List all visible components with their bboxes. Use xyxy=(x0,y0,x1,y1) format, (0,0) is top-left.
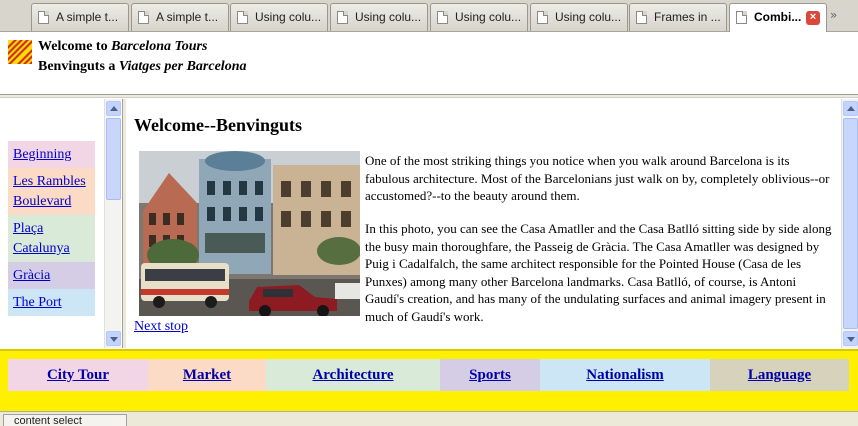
catalan-flag-icon xyxy=(8,40,32,64)
browser-tab[interactable]: A simple t... xyxy=(131,3,229,31)
tab-title: A simple t... xyxy=(56,10,119,24)
tab-title: Using colu... xyxy=(555,10,622,24)
document-icon xyxy=(537,11,548,24)
close-tab-icon[interactable]: × xyxy=(806,11,820,25)
side-nav-item-beginning[interactable]: Beginning xyxy=(8,141,95,168)
document-icon xyxy=(38,11,49,24)
nav-language[interactable]: Language xyxy=(710,359,849,391)
browser-tab-bar: A simple t... A simple t... Using colu..… xyxy=(0,0,858,32)
side-nav-item-the-port[interactable]: The Port xyxy=(8,289,95,316)
document-icon xyxy=(736,11,747,24)
document-icon xyxy=(437,11,448,24)
nav-nationalism[interactable]: Nationalism xyxy=(540,359,710,391)
intro-paragraph: One of the most striking things you noti… xyxy=(365,153,830,203)
status-text: content select xyxy=(3,414,127,426)
main-scrollbar[interactable] xyxy=(841,99,858,348)
bottom-nav-frame: City Tour Market Architecture Sports Nat… xyxy=(0,349,858,411)
tab-title: Using colu... xyxy=(255,10,322,24)
tab-title: Using colu... xyxy=(455,10,522,24)
document-icon xyxy=(636,11,647,24)
photo-description-paragraph: In this photo, you can see the Casa Amat… xyxy=(365,221,832,324)
document-icon xyxy=(337,11,348,24)
nav-sports[interactable]: Sports xyxy=(440,359,540,391)
scroll-thumb[interactable] xyxy=(106,118,121,200)
browser-tab[interactable]: Using colu... xyxy=(230,3,328,31)
browser-tab[interactable]: Using colu... xyxy=(430,3,528,31)
browser-tab[interactable]: Using colu... xyxy=(330,3,428,31)
browser-tab[interactable]: A simple t... xyxy=(31,3,129,31)
document-icon xyxy=(237,11,248,24)
scroll-down-icon[interactable] xyxy=(843,331,858,346)
scroll-thumb[interactable] xyxy=(843,118,858,329)
side-nav-list: Beginning Les Rambles Boulevard Plaça Ca… xyxy=(8,141,95,316)
page-title: Welcome--Benvinguts xyxy=(134,115,302,135)
scroll-up-icon[interactable] xyxy=(843,101,858,116)
header-welcome-emph: Barcelona Tours xyxy=(111,39,208,54)
side-nav-frame: Beginning Les Rambles Boulevard Plaça Ca… xyxy=(0,99,122,348)
main-content-frame: Welcome--Benvinguts One of the most stri… xyxy=(126,99,858,348)
browser-tab[interactable]: Frames in ... xyxy=(629,3,727,31)
tab-title: Using colu... xyxy=(355,10,422,24)
nav-city-tour[interactable]: City Tour xyxy=(8,359,148,391)
header-frame: Welcome to Barcelona Tours Benvinguts a … xyxy=(0,32,858,94)
tab-title: Combi... xyxy=(754,10,802,24)
header-benvinguts-emph: Viatges per Barcelona xyxy=(118,59,247,74)
side-nav-scrollbar[interactable] xyxy=(104,99,121,348)
header-benvinguts-prefix: Benvinguts a xyxy=(38,59,119,74)
side-nav-item-gracia[interactable]: Gràcia xyxy=(8,262,95,289)
side-nav-item-placa-catalunya[interactable]: Plaça Catalunya xyxy=(8,215,95,262)
tab-title: Frames in ... xyxy=(654,10,721,24)
frame-divider[interactable] xyxy=(0,94,858,98)
header-welcome-line: Welcome to Barcelona Tours xyxy=(38,39,207,55)
browser-tab[interactable]: Using colu... xyxy=(530,3,628,31)
top-nav-bar: City Tour Market Architecture Sports Nat… xyxy=(8,359,849,391)
header-benvinguts-line: Benvinguts a Viatges per Barcelona xyxy=(38,59,246,75)
document-icon xyxy=(138,11,149,24)
casa-batllo-photo xyxy=(139,151,360,316)
header-welcome-prefix: Welcome to xyxy=(38,39,112,54)
status-bar: content select xyxy=(0,411,858,426)
browser-tab-active[interactable]: Combi... × xyxy=(729,3,827,32)
scroll-up-icon[interactable] xyxy=(106,101,121,116)
side-nav-item-les-rambles[interactable]: Les Rambles Boulevard xyxy=(8,168,95,215)
tab-scroll-right-icon[interactable]: » xyxy=(830,8,854,26)
nav-architecture[interactable]: Architecture xyxy=(266,359,440,391)
scroll-down-icon[interactable] xyxy=(106,331,121,346)
tab-title: A simple t... xyxy=(156,10,219,24)
next-stop-link[interactable]: Next stop xyxy=(134,319,188,335)
nav-market[interactable]: Market xyxy=(148,359,266,391)
